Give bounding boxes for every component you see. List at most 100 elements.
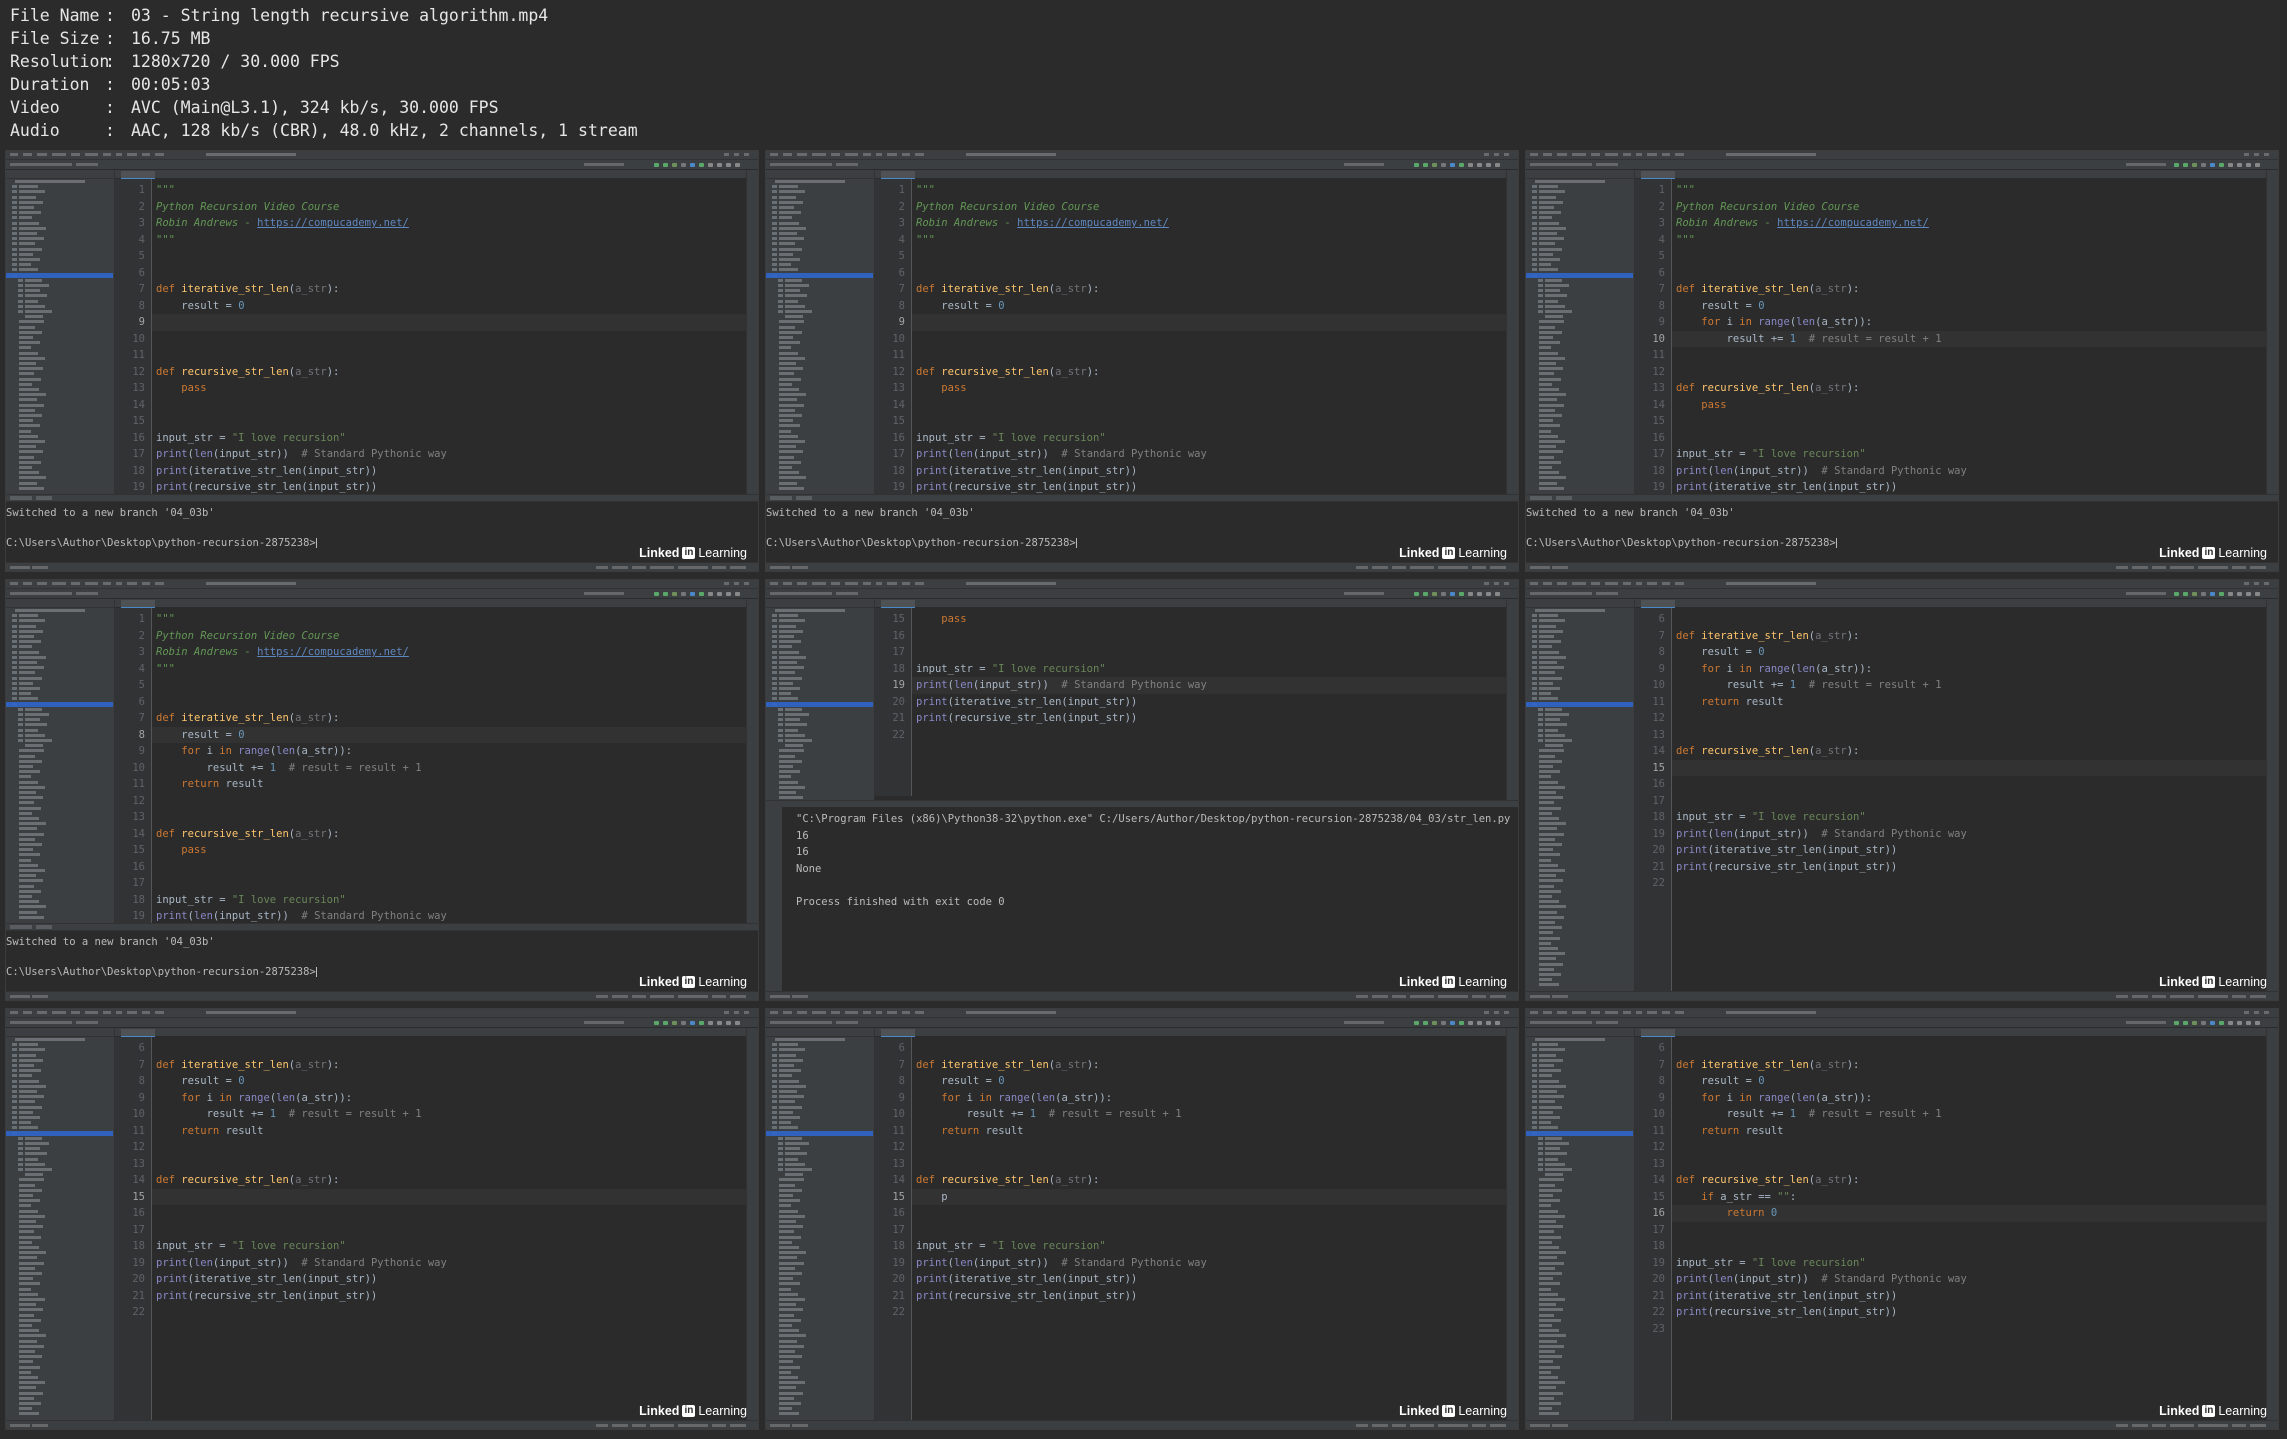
terminal-tab[interactable] xyxy=(770,496,792,500)
status-item[interactable] xyxy=(10,566,30,569)
project-tree-item[interactable] xyxy=(779,655,806,659)
project-tree-item[interactable] xyxy=(19,330,42,334)
code-line[interactable]: result = 0 xyxy=(156,298,244,315)
project-tree-item[interactable] xyxy=(1539,1084,1566,1088)
project-tree-item[interactable] xyxy=(19,1188,42,1192)
code-line[interactable]: return result xyxy=(1676,1123,1783,1140)
code-editor[interactable]: def iterative_str_len(a_str): result = 0… xyxy=(1672,1037,2266,1420)
code-line[interactable]: def recursive_str_len(a_str): xyxy=(1676,1172,1859,1189)
breadcrumb-file[interactable] xyxy=(1596,163,1618,166)
project-tree-item[interactable] xyxy=(15,609,85,612)
project-tree-item[interactable] xyxy=(785,1162,805,1166)
menu-item[interactable] xyxy=(71,1011,80,1014)
menu-item[interactable] xyxy=(1623,582,1631,585)
project-tree-item[interactable] xyxy=(779,1074,792,1078)
project-tree-item[interactable] xyxy=(1539,1308,1563,1312)
project-tree-item[interactable] xyxy=(785,1168,812,1171)
project-tree-item[interactable] xyxy=(25,1168,52,1171)
project-tree-item[interactable] xyxy=(1539,780,1558,784)
project-tree-item[interactable] xyxy=(1539,429,1551,433)
project-tree-item[interactable] xyxy=(1539,242,1555,246)
vcs-update-icon[interactable] xyxy=(2210,163,2215,167)
project-tree-item[interactable] xyxy=(1539,450,1563,454)
project-tree-item[interactable] xyxy=(19,1058,43,1062)
project-tree-item[interactable] xyxy=(19,1246,39,1249)
history-icon[interactable] xyxy=(1468,163,1473,167)
minimize-icon[interactable] xyxy=(1484,1011,1489,1014)
run-config-select[interactable] xyxy=(584,592,624,595)
project-tree-item[interactable] xyxy=(785,744,803,748)
project-tree-item[interactable] xyxy=(1539,263,1551,267)
project-tree-item[interactable] xyxy=(1539,1204,1551,1208)
project-tree-item[interactable] xyxy=(1539,1298,1565,1301)
code-line[interactable]: print(iterative_str_len(input_str)) xyxy=(156,463,377,480)
project-tree-item[interactable] xyxy=(779,325,795,329)
project-tree-item[interactable] xyxy=(779,1121,791,1125)
project-tree-item[interactable] xyxy=(19,1282,40,1286)
code-line[interactable]: def iterative_str_len(a_str): xyxy=(156,1057,339,1074)
menu-item[interactable] xyxy=(1675,153,1684,156)
project-tree-item[interactable] xyxy=(19,1376,38,1379)
project-tree-item[interactable] xyxy=(775,1038,845,1041)
project-tree-item[interactable] xyxy=(19,445,36,449)
editor-tab-str-len[interactable] xyxy=(1641,600,1675,608)
project-tree-item[interactable] xyxy=(779,1365,800,1369)
status-item[interactable] xyxy=(612,566,628,569)
project-tree-item[interactable] xyxy=(779,1178,804,1182)
project-tree-item[interactable] xyxy=(19,185,38,189)
project-tree-item[interactable] xyxy=(1539,1355,1562,1359)
project-tree-item[interactable] xyxy=(779,1381,805,1385)
menu-item[interactable] xyxy=(155,153,164,156)
project-tree-item[interactable] xyxy=(19,242,35,246)
status-item[interactable] xyxy=(730,1424,746,1427)
menu-item[interactable] xyxy=(155,1011,164,1014)
debug-icon[interactable] xyxy=(2183,592,2188,596)
editor-tab-str-len[interactable] xyxy=(881,1029,915,1037)
project-tree-item[interactable] xyxy=(1539,408,1555,412)
project-tree-item[interactable] xyxy=(785,310,812,313)
code-editor[interactable]: pass input_str = "I love recursion" print(… xyxy=(912,608,1506,796)
search-icon[interactable] xyxy=(735,163,740,167)
project-tree-item[interactable] xyxy=(19,843,42,846)
rollback-icon[interactable] xyxy=(2237,163,2242,167)
code-line[interactable]: """ xyxy=(916,182,935,199)
project-tree-item[interactable] xyxy=(19,1105,42,1109)
code-line[interactable]: print(iterative_str_len(input_str)) xyxy=(1676,1288,1897,1305)
project-tree-item[interactable] xyxy=(1539,1188,1562,1192)
menu-item[interactable] xyxy=(1605,1011,1618,1014)
breadcrumb[interactable] xyxy=(1530,1021,1592,1024)
status-item[interactable] xyxy=(1530,1424,1550,1427)
project-tree-item[interactable] xyxy=(19,1209,38,1213)
project-panel-header[interactable] xyxy=(1526,1028,1634,1037)
code-line[interactable]: result = 0 xyxy=(916,1073,1004,1090)
status-item[interactable] xyxy=(1472,566,1486,569)
rollback-icon[interactable] xyxy=(1477,163,1482,167)
project-tree-item[interactable] xyxy=(19,1277,33,1281)
project-tree-item[interactable] xyxy=(19,1074,32,1078)
project-tree-item[interactable] xyxy=(19,1292,38,1296)
project-tree-item[interactable] xyxy=(779,676,802,680)
maximize-icon[interactable] xyxy=(2254,582,2259,585)
project-tree-item-selected[interactable] xyxy=(1526,701,1633,707)
run-icon[interactable] xyxy=(1414,1021,1419,1025)
stop-icon[interactable] xyxy=(681,1021,686,1025)
code-line[interactable]: input_str = "I love recursion" xyxy=(916,1238,1106,1255)
project-tree-item[interactable] xyxy=(19,1350,35,1353)
code-editor[interactable]: """ Python Recursion Video Course Robin An… xyxy=(1672,179,2266,494)
history-icon[interactable] xyxy=(1468,592,1473,596)
project-tree-item[interactable] xyxy=(1539,419,1553,423)
project-tree-item[interactable] xyxy=(779,471,799,475)
project-tree-item[interactable] xyxy=(1539,1069,1561,1073)
status-item[interactable] xyxy=(10,1424,30,1427)
project-tree-item[interactable] xyxy=(1539,1339,1557,1343)
maximize-icon[interactable] xyxy=(734,582,739,585)
project-tree-item[interactable] xyxy=(19,346,31,350)
code-line[interactable]: Robin Andrews - https://compucademy.net/ xyxy=(916,215,1169,232)
project-tree-item-selected[interactable] xyxy=(766,701,873,707)
project-tree-item[interactable] xyxy=(1539,211,1561,215)
project-tree-item[interactable] xyxy=(779,749,804,753)
vcs-update-icon[interactable] xyxy=(690,163,695,167)
project-tree-item[interactable] xyxy=(1539,471,1559,475)
project-tree-item[interactable] xyxy=(779,440,805,443)
maximize-icon[interactable] xyxy=(734,1011,739,1014)
